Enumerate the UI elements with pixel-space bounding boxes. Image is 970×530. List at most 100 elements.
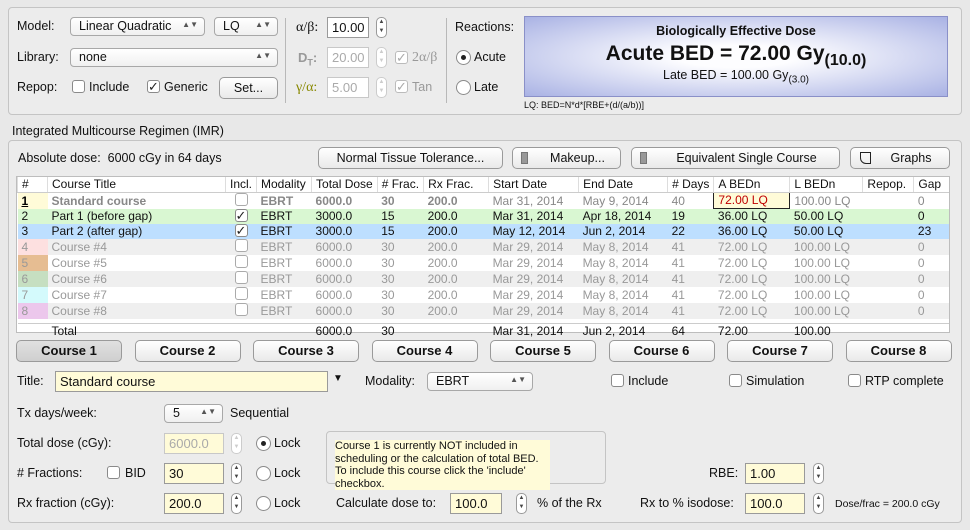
course-tab-7[interactable]: Course 7 <box>727 340 833 362</box>
makeup-button[interactable]: Makeup... <box>512 147 621 169</box>
repop-include-checkbox[interactable] <box>72 80 85 93</box>
rx-fraction-label: Rx fraction (cGy): <box>17 496 115 510</box>
include-checkbox[interactable] <box>234 302 248 316</box>
rtp-complete-checkbox[interactable] <box>848 374 861 387</box>
table-row[interactable]: 4 Course #4 EBRT 6000.0 30 200.0 Mar 29, 2014 M… <box>17 238 949 255</box>
course-tab-8[interactable]: Course 8 <box>845 340 952 362</box>
calculate-dose-input[interactable]: 100.0 <box>450 493 502 514</box>
course-tab-1[interactable]: Course 1 <box>16 340 122 362</box>
title-dropdown-icon[interactable]: ▼ <box>333 373 343 384</box>
model-variant-select[interactable]: LQ ▲▼ <box>214 17 278 36</box>
column-header[interactable]: End Date <box>578 177 668 193</box>
repop-generic-checkbox[interactable]: ✓ <box>147 80 160 93</box>
column-header[interactable]: L BEDn <box>789 177 863 193</box>
column-header[interactable]: # Days <box>667 177 714 193</box>
tan-checkbox[interactable]: ✓ <box>395 80 408 93</box>
column-header[interactable]: Modality <box>256 177 312 193</box>
total-cell-days: 64 <box>671 324 685 339</box>
total-dose-lock-radio[interactable] <box>256 436 271 451</box>
rbe-stepper[interactable]: ▲ ▼ <box>813 463 824 484</box>
total-dose-input[interactable]: 6000.0 <box>164 433 224 454</box>
table-row[interactable]: 2 Part 1 (before gap) ✓ EBRT 3000.0 15 200.0 Ma… <box>17 208 949 224</box>
column-header[interactable]: # <box>17 177 48 193</box>
select-arrows-icon: ▲▼ <box>200 407 216 416</box>
cell-repop <box>862 223 914 239</box>
normal-tissue-tolerance-button[interactable]: Normal Tissue Tolerance... <box>318 147 503 169</box>
modality-select[interactable]: EBRT ▲▼ <box>427 372 533 391</box>
library-select[interactable]: none ▲▼ <box>70 48 278 67</box>
fractions-input[interactable]: 30 <box>164 463 224 484</box>
cell-modality: EBRT <box>260 287 293 302</box>
cell-lbed: 50.00 LQ <box>789 223 863 239</box>
include-checkbox[interactable] <box>611 374 624 387</box>
table-row[interactable]: 3 Part 2 (after gap) ✓ EBRT 3000.0 15 200.0 May… <box>17 223 949 239</box>
include-checkbox[interactable] <box>234 192 248 206</box>
late-radio[interactable] <box>456 80 471 95</box>
table-row[interactable]: 7 Course #7 EBRT 6000.0 30 200.0 Mar 29, 2014 M… <box>17 286 950 303</box>
cell-total: 3000.0 <box>311 223 378 239</box>
cell-repop <box>863 255 914 271</box>
course-title-input[interactable]: Standard course <box>55 371 328 392</box>
fractions-stepper[interactable]: ▲ ▼ <box>231 463 242 484</box>
repop-set-button[interactable]: Set... <box>219 77 278 99</box>
calculate-dose-stepper[interactable]: ▲ ▼ <box>516 493 527 514</box>
include-checkbox[interactable] <box>234 286 248 300</box>
cell-days: 41 <box>667 302 714 319</box>
column-header[interactable]: Gap <box>913 177 949 193</box>
repop-generic-label: Generic <box>164 80 208 94</box>
two-alpha-beta-checkbox[interactable]: ✓ <box>395 51 408 64</box>
gamma-alpha-input[interactable]: 5.00 <box>327 77 369 98</box>
simulation-checkbox[interactable] <box>729 374 742 387</box>
rbe-input[interactable]: 1.00 <box>745 463 805 484</box>
alpha-beta-stepper[interactable]: ▲ ▼ <box>376 17 387 38</box>
column-header[interactable]: Start Date <box>488 177 579 193</box>
include-checkbox[interactable]: ✓ <box>234 224 248 237</box>
imr-section-title: Integrated Multicourse Regimen (IMR) <box>12 124 224 138</box>
fractions-lock-radio[interactable] <box>256 466 271 481</box>
tx-days-select[interactable]: 5 ▲▼ <box>164 404 223 423</box>
column-header[interactable]: # Frac. <box>376 177 424 193</box>
graphs-button[interactable]: Graphs <box>850 147 950 169</box>
column-header[interactable]: Total Dose <box>311 177 378 193</box>
model-select[interactable]: Linear Quadratic ▲▼ <box>70 17 205 36</box>
table-row[interactable]: 1 Standard course EBRT 6000.0 30 200.0 Mar 31,… <box>17 191 950 209</box>
course-tab-5[interactable]: Course 5 <box>490 340 596 362</box>
column-header[interactable]: A BEDn <box>713 177 790 193</box>
include-checkbox[interactable] <box>234 270 248 284</box>
select-arrows-icon: ▲▼ <box>510 375 526 384</box>
table-row[interactable]: 6 Course #6 EBRT 6000.0 30 200.0 Mar 29, 2014 M… <box>17 270 949 287</box>
column-header[interactable]: Incl. <box>224 177 257 193</box>
course-tab-6[interactable]: Course 6 <box>608 340 715 362</box>
alpha-beta-input[interactable]: 10.00 <box>327 17 369 38</box>
cell-title: Course #6 <box>47 270 226 287</box>
rx-fraction-lock-radio[interactable] <box>256 496 271 511</box>
column-header[interactable]: Course Title <box>47 177 226 193</box>
course-tab-4[interactable]: Course 4 <box>371 340 478 362</box>
cell-rx: 200.0 <box>423 223 489 239</box>
sequential-label: Sequential <box>230 406 290 420</box>
cell-end: May 8, 2014 <box>578 302 668 319</box>
cell-abed: 72.00 LQ <box>713 302 790 319</box>
column-header[interactable]: Repop. <box>862 177 914 193</box>
course-tab-2[interactable]: Course 2 <box>134 340 241 362</box>
acute-radio[interactable] <box>456 50 471 65</box>
total-dose-stepper[interactable]: ▲ ▼ <box>231 433 242 454</box>
rx-fraction-stepper[interactable]: ▲ ▼ <box>231 493 242 514</box>
isodose-input[interactable]: 100.0 <box>745 493 805 514</box>
isodose-stepper[interactable]: ▲ ▼ <box>813 493 824 514</box>
equivalent-single-course-button[interactable]: Equivalent Single Course <box>631 147 840 169</box>
include-checkbox[interactable]: ✓ <box>234 209 248 222</box>
include-checkbox[interactable] <box>234 254 248 268</box>
dt-stepper[interactable]: ▲ ▼ <box>376 47 387 68</box>
bid-checkbox[interactable] <box>107 466 120 479</box>
column-header[interactable]: Rx Frac. <box>423 177 489 193</box>
repop-include-label: Include <box>89 80 130 94</box>
table-row[interactable]: 5 Course #5 EBRT 6000.0 30 200.0 Mar 29, 2014 M… <box>17 254 950 271</box>
table-row[interactable]: 8 Course #8 EBRT 6000.0 30 200.0 Mar 29, 2014 M… <box>17 302 949 319</box>
include-checkbox[interactable] <box>234 238 248 252</box>
cell-lbed: 100.00 LQ <box>789 238 863 255</box>
course-tab-3[interactable]: Course 3 <box>253 340 359 362</box>
gamma-alpha-stepper[interactable]: ▲ ▼ <box>376 77 387 98</box>
rx-fraction-input[interactable]: 200.0 <box>164 493 224 514</box>
dt-input[interactable]: 20.00 <box>327 47 369 68</box>
